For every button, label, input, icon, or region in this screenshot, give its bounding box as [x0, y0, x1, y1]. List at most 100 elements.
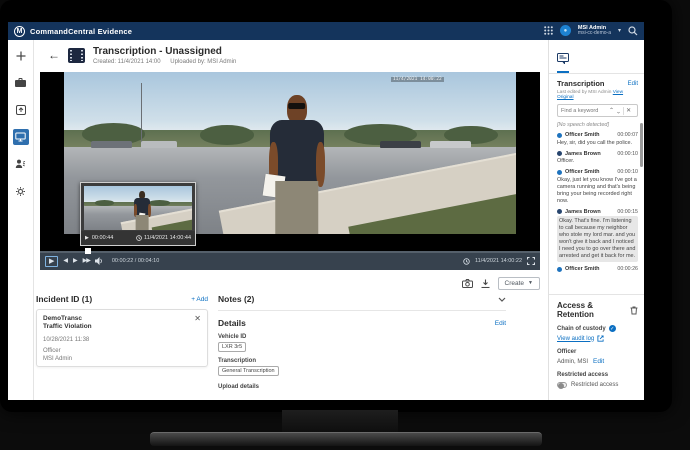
vehicle-id-chip: LXR 3r5: [218, 342, 246, 352]
incident-heading: Incident ID (1): [36, 294, 92, 304]
video-player: 11/4/2021 14:00:22: [40, 72, 540, 270]
speaker-name: Officer Smith: [565, 169, 600, 175]
cases-icon[interactable]: [13, 75, 29, 91]
app-screen: M CommandCentral Evidence ● MSI Admin ms…: [8, 22, 644, 400]
details-edit-link[interactable]: Edit: [495, 320, 506, 327]
person-subject: [267, 95, 326, 234]
snapshot-camera-icon[interactable]: [462, 279, 473, 288]
trash-icon[interactable]: [630, 306, 638, 315]
search-divider: [623, 107, 624, 115]
restricted-access-value: Restricted access: [571, 382, 618, 388]
transcript-entry[interactable]: James Brown 00:00:10 Officer.: [557, 151, 638, 166]
access-heading: Access & Retention: [557, 301, 630, 319]
scrub-handle[interactable]: [85, 248, 91, 254]
devices-icon[interactable]: [13, 129, 29, 145]
users-icon[interactable]: [13, 156, 29, 172]
volume-icon[interactable]: [95, 257, 104, 265]
no-speech-row: [No speech detected]: [557, 122, 638, 128]
fullscreen-icon[interactable]: [527, 257, 535, 265]
incident-panel: Incident ID (1) + Add DemoTransc Traffic…: [36, 294, 208, 367]
chain-of-custody-label: Chain of custody: [557, 326, 606, 332]
fast-forward-button[interactable]: ▶▶: [83, 258, 90, 264]
pip-datetime: 11/4/2021 14:00:44: [144, 235, 191, 241]
sidebar-tabbar: [549, 40, 644, 74]
create-button-label: Create: [505, 280, 525, 287]
player-controls: ▶ ◀ ▶ ▶▶ 00:00:22 / 00:04:10 11/4/2021 1…: [40, 252, 540, 270]
user-org: msi-cc-demo-a: [578, 31, 611, 37]
view-audit-log-link[interactable]: View audit log: [557, 336, 594, 342]
transcription-edit-link[interactable]: Edit: [628, 81, 638, 87]
left-sidebar: [8, 40, 34, 400]
settings-icon[interactable]: [13, 183, 29, 199]
user-menu[interactable]: MSI Admin msi-cc-demo-a: [578, 25, 611, 37]
speaker-avatar: [557, 209, 562, 214]
search-next-icon[interactable]: ⌃: [616, 107, 621, 114]
incident-title-line1: DemoTransc: [43, 315, 201, 323]
media-actions: Create ▼: [40, 274, 540, 292]
apps-grid-icon[interactable]: [544, 26, 553, 35]
pip-thumbnail[interactable]: ▶ 00:00:44 11/4/2021 14:00:44: [80, 182, 196, 246]
transcript-entry-highlighted[interactable]: James Brown 00:00:15 Okay. That's fine. …: [557, 209, 638, 263]
create-button[interactable]: Create ▼: [498, 277, 540, 290]
speaker-avatar: [557, 133, 562, 138]
officer-label: Officer: [557, 349, 638, 355]
app-bar: M CommandCentral Evidence ● MSI Admin ms…: [8, 22, 644, 40]
entry-time: 00:00:07: [617, 132, 638, 138]
officer-edit-link[interactable]: Edit: [593, 358, 604, 365]
create-caret-icon: ▼: [528, 280, 533, 286]
search-clear-icon[interactable]: ✕: [626, 107, 631, 114]
created-label: Created: 11/4/2021 14:00: [93, 59, 161, 65]
entry-time: 00:00:15: [617, 209, 638, 215]
search-prev-icon[interactable]: ⌃: [609, 107, 614, 114]
tab-transcription[interactable]: [557, 53, 569, 73]
page-title: Transcription - Unassigned: [93, 46, 236, 57]
transcript-entry[interactable]: Officer Smith 00:00:07 Hey, sir, did you…: [557, 132, 638, 147]
external-link-icon: [597, 335, 604, 342]
user-menu-caret-icon[interactable]: ▾: [618, 27, 621, 34]
entry-text: Officer.: [557, 158, 638, 165]
transcript-entry[interactable]: Officer Smith 00:00:10 Okay, just let yo…: [557, 169, 638, 205]
frame-forward-button[interactable]: ▶: [73, 258, 78, 264]
transcription-sidebar: Transcription Edit Last edited by MSI Ad…: [548, 40, 644, 400]
speaker-avatar: [557, 267, 562, 272]
remove-incident-icon[interactable]: ✕: [194, 315, 201, 323]
entry-time: 00:00:10: [617, 169, 638, 175]
pip-scene: [84, 186, 192, 230]
officer-value: Admin, MSI: [557, 359, 588, 365]
pip-play-icon: ▶: [85, 235, 89, 241]
back-arrow-icon[interactable]: ←: [48, 49, 60, 61]
monitor-stand-base: [150, 432, 542, 446]
clock-icon: [136, 235, 142, 241]
search-icon[interactable]: [628, 26, 638, 36]
entry-text: Hey, sir, did you call the police.: [557, 140, 638, 147]
play-button[interactable]: ▶: [45, 256, 58, 267]
incident-card[interactable]: DemoTransc Traffic Violation ✕ 10/28/202…: [36, 309, 208, 367]
user-avatar[interactable]: ●: [560, 25, 571, 36]
custody-check-icon: ✓: [609, 325, 616, 332]
seek-bar[interactable]: [40, 251, 540, 253]
frame-back-button[interactable]: ◀: [63, 258, 68, 264]
keyword-search-input[interactable]: [561, 108, 607, 114]
last-edited-note: Last edited by MSI Admin View Original: [549, 88, 644, 100]
notes-heading: Notes (2): [218, 294, 254, 304]
access-retention-panel: Access & Retention Chain of custody ✓ Vi…: [549, 294, 644, 400]
transcript-scrollbar[interactable]: [640, 123, 643, 167]
speaker-avatar: [557, 170, 562, 175]
monitor-stand-neck: [282, 410, 398, 434]
vehicle-id-label: Vehicle ID: [218, 334, 506, 340]
transcript-entry[interactable]: Officer Smith 00:00:26: [557, 266, 638, 272]
incident-role-label: Officer: [43, 348, 201, 356]
notes-collapse-chevron-icon[interactable]: [498, 297, 506, 302]
elapsed-duration: 00:00:22 / 00:04:10: [112, 258, 159, 264]
add-icon[interactable]: [13, 48, 29, 64]
entry-text: Okay. That's fine. I'm listening to call…: [557, 216, 638, 262]
add-incident-link[interactable]: + Add: [191, 296, 208, 303]
restricted-access-toggle[interactable]: [557, 382, 567, 388]
video-frame[interactable]: 11/4/2021 14:00:22: [40, 72, 540, 252]
transcript-list: [No speech detected] Officer Smith 00:00…: [549, 119, 644, 294]
download-icon[interactable]: [481, 279, 490, 288]
entry-text: Okay, just let you know I've got a camer…: [557, 177, 638, 205]
page-subtitle: Created: 11/4/2021 14:00 Uploaded by: MS…: [93, 59, 236, 65]
restricted-access-label: Restricted access: [557, 372, 638, 378]
shared-items-icon[interactable]: [13, 102, 29, 118]
